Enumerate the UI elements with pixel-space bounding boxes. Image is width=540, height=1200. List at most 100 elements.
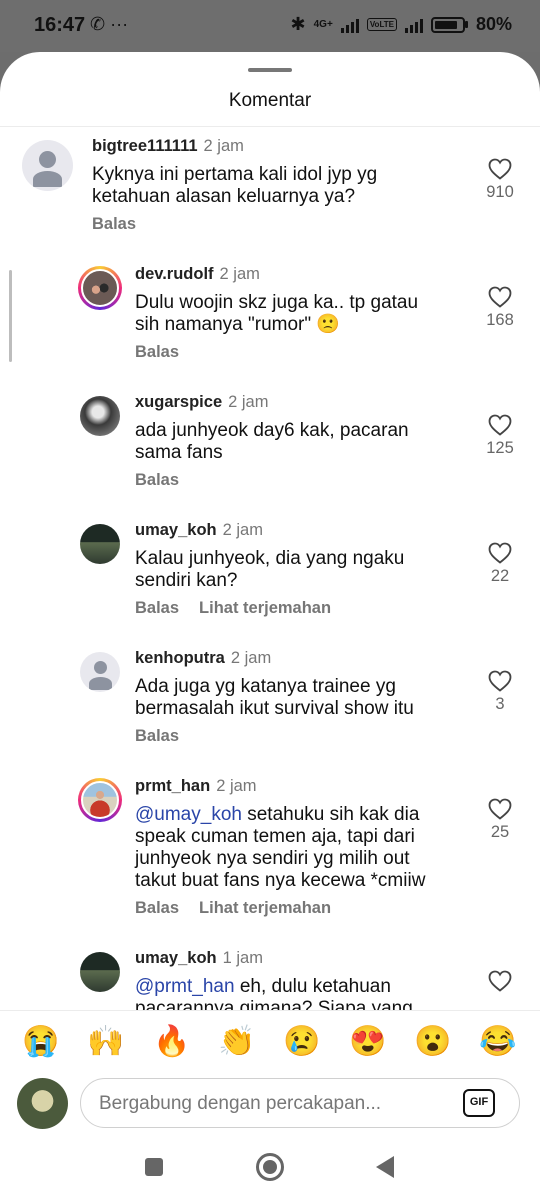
volte-icon: VoLTE [366,18,397,31]
battery-percent: 80% [475,14,512,34]
avatar[interactable] [80,652,120,692]
reply-button[interactable]: Balas [135,727,179,745]
system-icons: ✱ 4G+ VoLTE 80% [291,14,512,35]
like-count: 910 [486,183,514,201]
avatar-body-shape [89,677,112,690]
reply-button[interactable]: Balas [135,599,179,617]
heart-icon [488,286,512,308]
battery-icon [430,16,465,33]
like-button[interactable] [480,970,520,992]
comment-time: 1 jam [222,949,263,967]
heart-icon [488,970,512,992]
heart-icon [488,542,512,564]
emoji-fire-button[interactable]: 🔥 [150,1025,194,1059]
like-count: 125 [486,439,514,457]
drag-handle[interactable] [248,68,292,72]
comment-input-row: Bergabung dengan percakapan... GIF [0,1072,540,1134]
emoji-clapping-button[interactable]: 👏 [215,1025,259,1059]
own-avatar[interactable] [17,1078,68,1129]
like-count: 22 [490,567,510,585]
heart-icon [488,670,512,692]
comment-actions: Balas [135,727,179,746]
like-count: 168 [486,311,514,329]
reply-button[interactable]: Balas [92,215,136,233]
avatar[interactable] [78,266,122,310]
comment-list[interactable]: bigtree111111 2 jam Kyknya ini pertama ka… [0,128,540,1010]
avatar-photo [81,781,119,819]
status-time: 16:47 [34,14,86,36]
network-type: 4G+ [313,19,333,30]
reply-button[interactable]: Balas [135,343,179,361]
comment-text: @umay_koh setahuku sih kak dia speak cum… [135,804,426,891]
like-button[interactable]: 3 [480,670,520,714]
reply-button[interactable]: Balas [135,899,179,917]
comment-text: ada junhyeok day6 kak, pacaran sama fans [135,420,409,463]
comment-text: @prmt_han eh, dulu ketahuan pacarannya g… [135,976,413,1010]
mention-link[interactable]: @umay_koh [135,804,242,825]
like-button[interactable]: 25 [480,798,520,842]
comment-username[interactable]: xugarspice 2 jam [135,393,268,412]
comment-time: 2 jam [222,521,263,539]
comment-text: Ada juga yg katanya trainee yg bermasala… [135,676,414,719]
comment-actions: Balas [135,343,179,362]
avatar-body-shape [33,171,62,187]
system-nav-bar [0,1134,540,1200]
gif-button[interactable]: GIF [463,1089,495,1117]
avatar[interactable] [80,524,120,564]
like-button[interactable]: 22 [480,542,520,586]
emoji-surprised-button[interactable]: 😮 [411,1025,455,1059]
comment-input[interactable]: Bergabung dengan percakapan... GIF [80,1078,520,1128]
emoji-heart-eyes-button[interactable]: 😍 [346,1025,390,1059]
like-count: 25 [490,823,510,841]
bluetooth-icon: ✱ [290,14,306,34]
heart-icon [488,798,512,820]
comment-username[interactable]: kenhoputra 2 jam [135,649,271,668]
comment-username[interactable]: bigtree111111 2 jam [92,137,244,156]
emoji-raised-hands-button[interactable]: 🙌 [84,1025,128,1059]
comment-actions: Balas [135,471,179,490]
avatar[interactable] [78,778,122,822]
translate-button[interactable]: Lihat terjemahan [199,599,331,617]
emoji-laughing-button[interactable]: 😂 [476,1025,520,1059]
comment-actions: Balas [92,215,136,234]
reply-button[interactable]: Balas [135,471,179,489]
like-button[interactable]: 168 [480,286,520,330]
mention-link[interactable]: @prmt_han [135,976,235,997]
comment-username[interactable]: umay_koh 1 jam [135,949,263,968]
comment-time: 2 jam [219,265,260,283]
emoji-bar: 😭 🙌 🔥 👏 😢 😍 😮 😂 [0,1010,540,1072]
header-divider [0,126,540,127]
comment-text: Kyknya ini pertama kali idol jyp yg keta… [92,164,378,207]
comment-actions: Balas Lihat terjemahan [135,899,331,918]
heart-icon [488,158,512,180]
recent-apps-icon[interactable] [145,1158,163,1176]
avatar[interactable] [80,952,120,992]
emoji-crying-button[interactable]: 😭 [19,1025,63,1059]
notification-icons: ✆ ··· [90,14,129,34]
emoji-sad-button[interactable]: 😢 [280,1025,324,1059]
avatar-head-shape [39,151,56,168]
battery-tip [464,21,468,28]
comment-time: 2 jam [230,649,272,667]
like-button[interactable]: 125 [480,414,520,458]
comment-actions: Balas Lihat terjemahan [135,599,331,618]
home-icon[interactable] [256,1153,284,1181]
comment-time: 2 jam [203,137,244,155]
comment-text: Kalau junhyeok, dia yang ngaku sendiri k… [135,548,405,591]
status-bar: 16:47 ✆ ··· ✱ 4G+ VoLTE 80% [0,0,540,52]
comment-time: 2 jam [216,777,257,795]
avatar-head-shape [94,661,107,674]
comment-username[interactable]: prmt_han 2 jam [135,777,257,796]
avatar-photo [81,269,119,307]
comment-username[interactable]: dev.rudolf 2 jam [135,265,260,284]
comment-username[interactable]: umay_koh 2 jam [135,521,263,540]
signal-icon [340,17,359,33]
comment-input-placeholder: Bergabung dengan percakapan... [99,1093,382,1114]
translate-button[interactable]: Lihat terjemahan [199,899,331,917]
signal-icon-2 [404,17,423,33]
back-icon[interactable] [376,1156,394,1178]
avatar[interactable] [80,396,120,436]
avatar[interactable] [22,140,73,191]
comment-time: 2 jam [228,393,269,411]
like-button[interactable]: 910 [480,158,520,202]
